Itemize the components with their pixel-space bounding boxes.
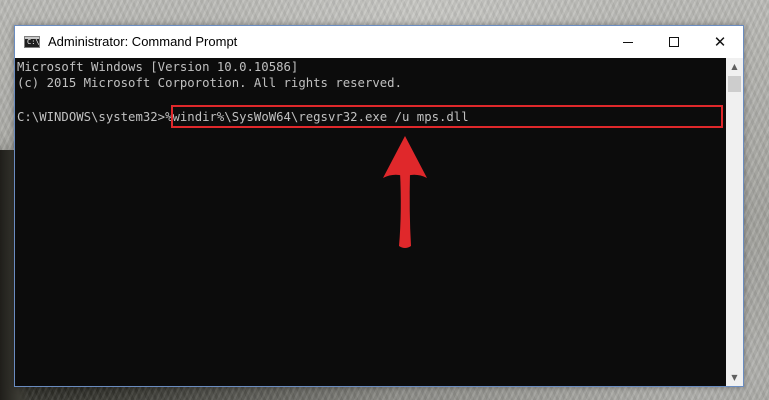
console-prompt: C:\WINDOWS\system32>	[17, 110, 166, 124]
arrow-head	[383, 136, 427, 178]
command-prompt-window: C:\ Administrator: Command Prompt ✕ Micr…	[14, 25, 744, 387]
console-line-version: Microsoft Windows [Version 10.0.10586]	[17, 60, 299, 74]
close-icon: ✕	[713, 32, 727, 51]
red-arrow-up-icon	[383, 136, 427, 248]
scroll-up-button[interactable]: ▲	[726, 58, 743, 75]
vertical-scrollbar[interactable]: ▲ ▼	[726, 58, 743, 386]
scroll-thumb[interactable]	[728, 76, 741, 92]
command-prompt-icon-glyph: C:\	[27, 38, 40, 46]
command-highlight-box	[171, 105, 723, 128]
chevron-up-icon: ▲	[731, 62, 738, 71]
title-bar[interactable]: C:\ Administrator: Command Prompt ✕	[15, 26, 743, 58]
maximize-icon	[669, 37, 679, 47]
maximize-button[interactable]	[651, 26, 697, 58]
console-output[interactable]: Microsoft Windows [Version 10.0.10586] (…	[15, 58, 726, 386]
chevron-down-icon: ▼	[731, 373, 738, 382]
window-title: Administrator: Command Prompt	[48, 34, 238, 49]
minimize-icon	[623, 41, 633, 43]
arrow-shaft	[399, 172, 411, 248]
command-prompt-icon[interactable]: C:\	[24, 36, 40, 48]
close-button[interactable]: ✕	[697, 26, 743, 58]
console-line-copyright: (c) 2015 Microsoft Corporotion. All righ…	[17, 76, 402, 90]
scroll-down-button[interactable]: ▼	[726, 369, 743, 386]
minimize-button[interactable]	[605, 26, 651, 58]
